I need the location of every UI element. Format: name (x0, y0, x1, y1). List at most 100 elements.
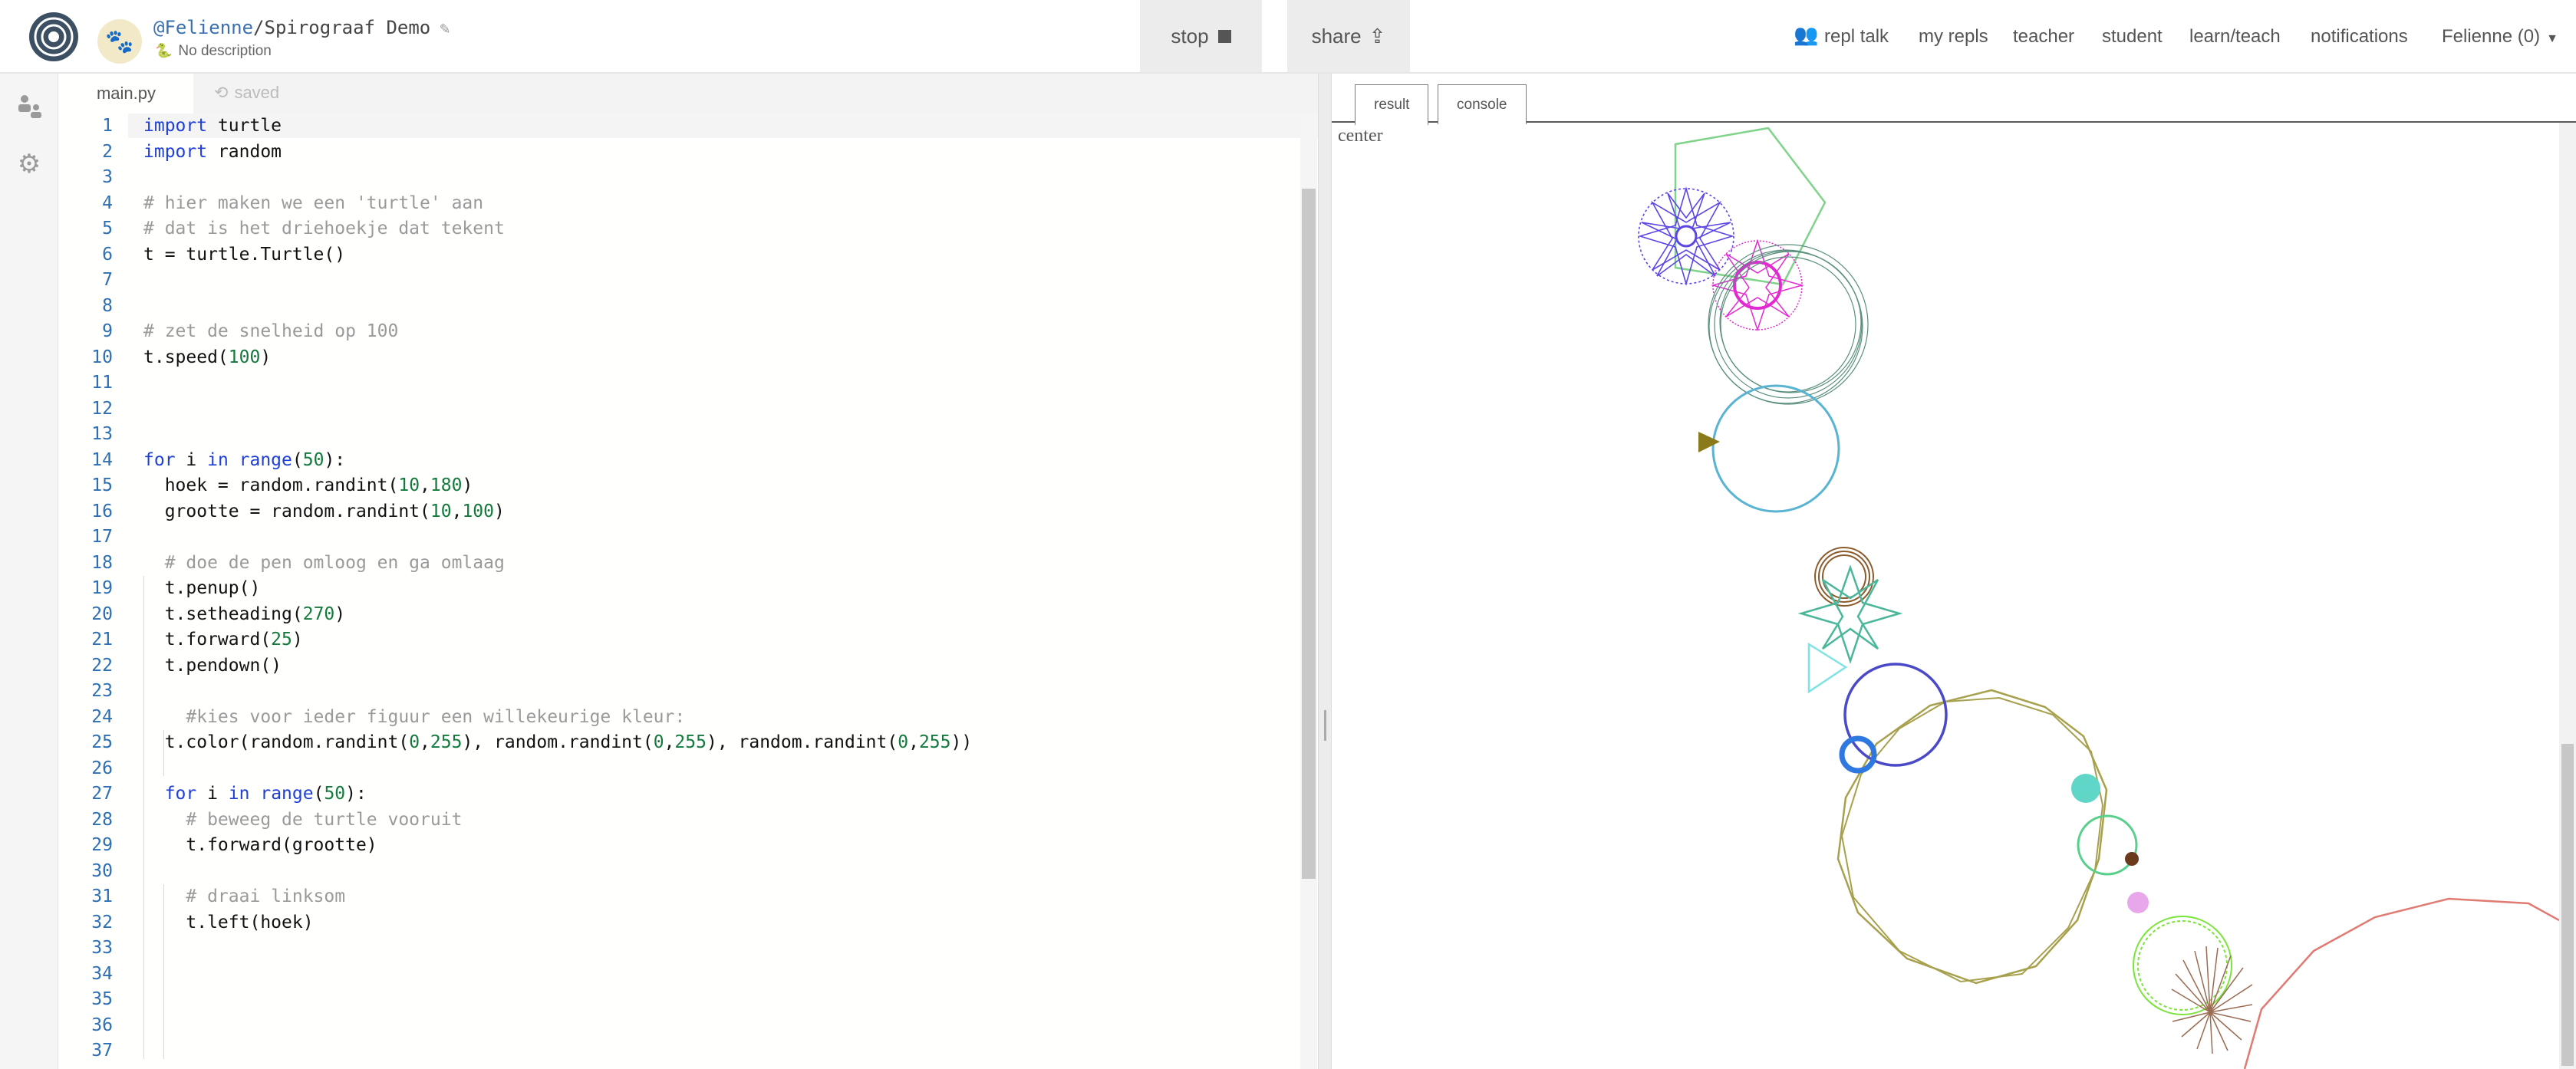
line-number: 28 (91, 809, 113, 830)
turquoise-dot-shape (2071, 774, 2100, 803)
left-sidebar: ⚙ (0, 74, 58, 1069)
code-line-16: grootte = random.randint(10,100) (143, 501, 505, 521)
code-line-24: #kies voor ieder figuur een willekeurige… (143, 706, 686, 727)
nav-student[interactable]: student (2102, 26, 2163, 48)
history-icon: ⟲ (214, 83, 229, 102)
user-menu[interactable]: Felienne (0) ▼ (2442, 26, 2558, 48)
settings-gear-icon[interactable]: ⚙ (14, 149, 44, 179)
repl-avatar: 🐾 (97, 19, 142, 64)
repl-owner-link[interactable]: @Felienne (153, 17, 253, 38)
code-line-5: # dat is het driehoekje dat tekent (143, 219, 505, 238)
nav-teacher[interactable]: teacher (2013, 26, 2074, 48)
code-line-1: import turtle (143, 116, 282, 136)
output-scrollbar[interactable] (2559, 123, 2576, 1069)
code-line-19: t.penup() (143, 578, 261, 598)
cyan-triangle-shape (1807, 642, 1848, 694)
language-icon: 🐍 (155, 43, 173, 58)
line-number: 25 (91, 732, 113, 752)
code-line-29: t.forward(grootte) (143, 835, 377, 855)
line-number: 23 (91, 681, 113, 701)
code-area[interactable]: 1 2 3 4 5 6 7 8 9 10 11 12 13 14 15 16 1… (59, 113, 1356, 1069)
turtle-canvas[interactable]: center (1332, 123, 2560, 1069)
line-number: 35 (91, 989, 113, 1009)
code-line-6: t = turtle.Turtle() (143, 244, 346, 265)
line-number: 9 (102, 321, 113, 341)
code-line-20: t.setheading(270) (143, 604, 346, 624)
line-number: 5 (102, 219, 113, 238)
line-number: 19 (91, 578, 113, 598)
current-line-highlight (128, 113, 1356, 138)
editor-tab-bar: main.py ⟲ saved (59, 74, 1318, 113)
code-line-4: # hier maken we een 'turtle' aan (143, 192, 484, 213)
line-number: 6 (102, 244, 113, 265)
line-number: 1 (102, 116, 113, 136)
line-number: 8 (102, 295, 113, 316)
line-number: 16 (91, 501, 113, 521)
brown-dot-shape (2125, 852, 2139, 866)
stop-square-icon (1217, 29, 1231, 43)
lime-circle-shape (2133, 916, 2232, 1015)
line-number: 22 (91, 655, 113, 676)
saved-label: saved (234, 83, 280, 102)
olive-polygon-shape (1836, 689, 2108, 985)
stop-label: stop (1171, 24, 1209, 48)
nav-repl-talk[interactable]: repl talk (1824, 26, 1889, 48)
canvas-label: center (1338, 126, 1383, 146)
stop-button[interactable]: stop (1140, 0, 1262, 72)
repl-name: Spirograaf Demo (264, 17, 431, 38)
grey-ring-shape (1708, 244, 1869, 405)
files-people-icon[interactable] (14, 90, 44, 121)
line-number: 29 (91, 835, 113, 855)
code-line-31: # draai linksom (143, 886, 346, 906)
user-menu-label: Felienne (0) (2442, 26, 2541, 47)
line-number: 32 (91, 912, 113, 932)
caret-down-icon: ▼ (2546, 32, 2558, 45)
repl-title: @Felienne/Spirograaf Demo ✎ (153, 17, 450, 38)
nav-my-repls[interactable]: my repls (1919, 26, 1988, 48)
repl-path-separator: / (253, 17, 265, 38)
share-label: share (1311, 24, 1362, 48)
green-circle-shape (2077, 814, 2138, 876)
line-number: 2 (102, 141, 113, 162)
line-number: 11 (91, 373, 113, 393)
repl-description[interactable]: 🐍 No description (155, 43, 272, 60)
line-number: 10 (91, 347, 113, 367)
line-number: 30 (91, 860, 113, 881)
line-number: 7 (102, 270, 113, 290)
line-number: 15 (91, 475, 113, 495)
nav-notifications[interactable]: notifications (2311, 26, 2408, 48)
file-tab-main-py[interactable]: main.py (59, 74, 193, 113)
repl-logo-icon[interactable] (28, 11, 80, 63)
line-number: 36 (91, 1015, 113, 1035)
line-number: 20 (91, 604, 113, 624)
nav-learn-teach[interactable]: learn/teach (2189, 26, 2281, 48)
code-line-9: # zet de snelheid op 100 (143, 321, 399, 341)
pane-resize-handle[interactable] (1318, 74, 1332, 1069)
description-text: No description (178, 43, 272, 59)
code-line-10: t.speed(100) (143, 347, 272, 367)
code-editor-pane: main.py ⟲ saved 1 2 3 4 5 6 7 8 9 10 11 1… (59, 74, 1356, 1069)
line-number: 33 (91, 938, 113, 958)
line-number: 26 (91, 758, 113, 778)
tab-console[interactable]: console (1438, 84, 1527, 124)
tab-result[interactable]: result (1355, 84, 1429, 126)
turtle-drawing (1638, 127, 2560, 1069)
saved-status: ⟲ saved (214, 83, 279, 103)
line-number: 34 (91, 963, 113, 984)
code-line-25: t.color(random.randint(0,255), random.ra… (143, 732, 973, 752)
share-button[interactable]: share ⇪ (1287, 0, 1410, 72)
line-number: 13 (91, 424, 113, 444)
code-line-28: # beweeg de turtle vooruit (143, 809, 463, 830)
code-line-2: import random (143, 141, 282, 162)
editor-scrollbar[interactable] (1300, 113, 1317, 1069)
pencil-icon[interactable]: ✎ (440, 19, 450, 38)
indigo-circle-shape (1843, 663, 1948, 767)
line-number: 31 (91, 886, 113, 906)
output-scrollbar-thumb[interactable] (2561, 744, 2574, 1066)
line-number: 4 (102, 192, 113, 213)
editor-scrollbar-thumb[interactable] (1302, 189, 1316, 879)
olive-bowtie-shape (1698, 432, 1720, 452)
code-line-15: hoek = random.randint(10,180) (143, 475, 473, 495)
line-number: 17 (91, 527, 113, 547)
code-line-22: t.pendown() (143, 655, 282, 676)
